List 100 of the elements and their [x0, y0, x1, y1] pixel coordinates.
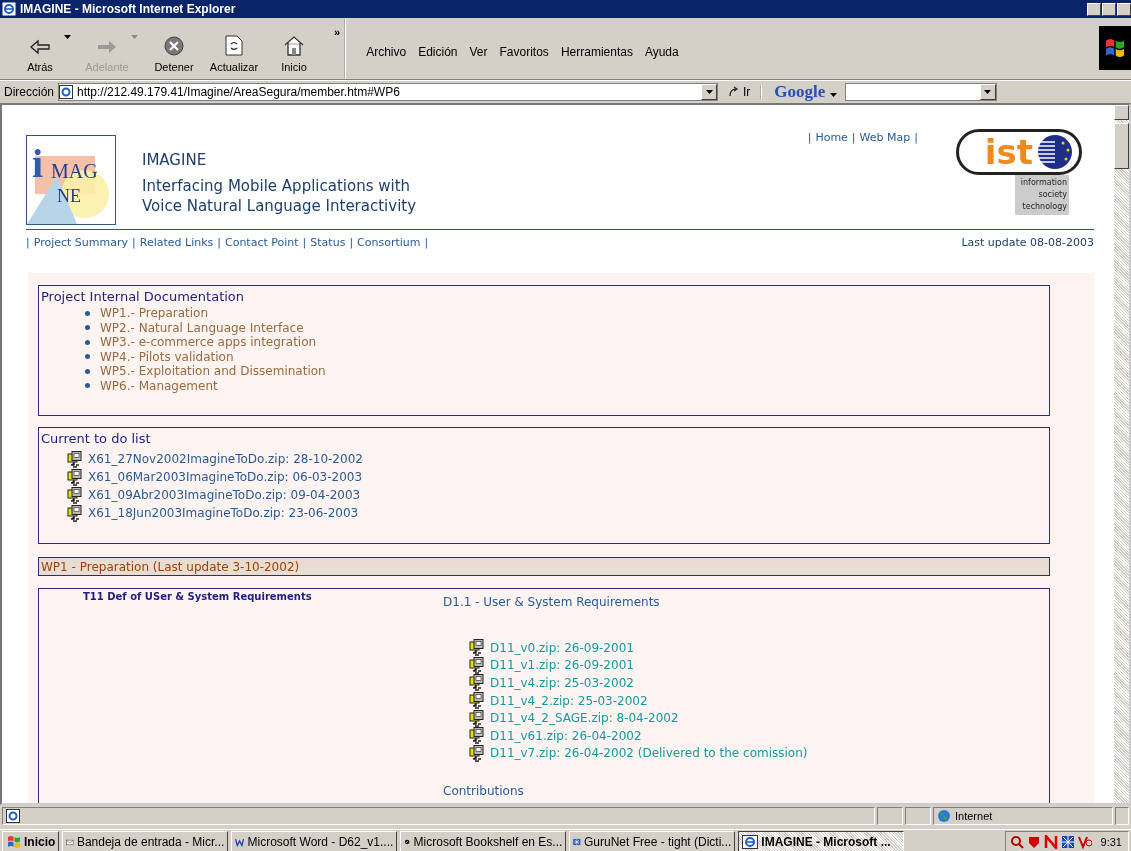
download-icon [469, 692, 484, 710]
menu-item[interactable]: Archivo [360, 45, 413, 59]
separator: | [851, 131, 856, 145]
separator: | [807, 131, 812, 145]
ie-icon [2, 2, 16, 16]
address-field[interactable]: http://212.49.179.41/Imagine/AreaSegura/member.htm#WP6 [58, 83, 718, 101]
windows-flag-icon [6, 833, 22, 850]
caret-icon[interactable] [829, 93, 837, 97]
work-package-link[interactable]: WP4.- Pilots validation [100, 349, 234, 364]
work-package-link[interactable]: WP2.- Natural Language Interface [100, 320, 304, 335]
download-icon [67, 450, 82, 468]
file-link[interactable]: X61_27Nov2002ImagineToDo.zip: 28-10-2002 [88, 452, 363, 466]
caret-icon[interactable] [64, 35, 71, 39]
separator: | [424, 236, 429, 249]
go-arrow-icon [728, 86, 740, 98]
download-icon [469, 639, 484, 657]
header-link[interactable]: Home [815, 131, 848, 145]
download-icon [67, 504, 82, 522]
ie-icon [742, 834, 759, 849]
taskbar-button[interactable]: GuruNet Free - tight (Dicti... [569, 831, 736, 851]
site-subtitle: Voice Natural Language Interactivity [142, 196, 418, 216]
ist-caption: society [1038, 189, 1067, 201]
go-button[interactable]: Ir [722, 85, 763, 99]
status-panel [905, 807, 931, 825]
status-panel [877, 807, 903, 825]
v-shape-icon[interactable] [1077, 834, 1092, 849]
menu-item[interactable]: Ayuda [638, 45, 685, 59]
zone-panel: Internet [933, 807, 1113, 825]
work-package-link[interactable]: WP3.- e-commerce apps integration [100, 335, 317, 350]
work-package-link[interactable]: WP1.- Preparation [100, 306, 209, 321]
work-package-link[interactable]: WP5.- Exploitation and Dissemination [100, 364, 326, 379]
nav-link[interactable]: Consortium [357, 236, 421, 249]
dropdown-button[interactable] [979, 84, 996, 100]
status-panel [1115, 807, 1129, 825]
snowflake-icon[interactable] [1060, 834, 1075, 849]
shield-icon[interactable] [1026, 834, 1041, 849]
dropdown-button[interactable] [701, 84, 717, 100]
site-title: IMAGINE [142, 151, 208, 169]
page-icon [6, 809, 20, 823]
site-subtitle: Interfacing Mobile Applications with [142, 176, 412, 196]
box-title: Project Internal Documentation [41, 289, 246, 304]
toolbar-button[interactable]: Detener [146, 27, 202, 73]
separator: | [349, 236, 354, 249]
download-icon [67, 486, 82, 504]
taskbar-button[interactable]: IMAGINE - Microsoft ... [738, 831, 905, 851]
stop-icon [164, 36, 184, 56]
bullet-icon [85, 383, 90, 389]
separator: | [26, 236, 30, 249]
download-icon [469, 656, 484, 674]
start-button[interactable]: Inicio [2, 831, 60, 851]
bullet-icon [85, 354, 90, 360]
vertical-scrollbar[interactable] [1114, 105, 1129, 803]
window-title: IMAGINE - Microsoft Internet Explorer [20, 2, 237, 16]
work-package-link[interactable]: WP6.- Management [100, 378, 218, 393]
file-link[interactable]: X61_06Mar2003ImagineToDo.zip: 06-03-2003 [88, 470, 363, 484]
download-icon [469, 674, 484, 692]
menu-item[interactable]: Herramientas [554, 45, 639, 59]
caret-icon[interactable] [984, 90, 992, 94]
minimize-button[interactable] [1087, 2, 1101, 16]
separator: | [914, 131, 918, 145]
taskbar-button[interactable]: Microsoft Bookshelf en Es... [400, 831, 567, 851]
toolbar-button[interactable]: Actualizar [206, 27, 262, 73]
nav-link[interactable]: Related Links [139, 236, 214, 249]
clock: 9:31 [1100, 835, 1122, 848]
nav-link[interactable]: Contact Point [225, 236, 299, 249]
menu-item[interactable]: Edición [412, 45, 464, 59]
taskbar-button[interactable]: Bandeja de entrada - Micr... [62, 831, 229, 851]
section-header: WP1 - Preparation (Last update 3-10-2002) [38, 557, 1050, 576]
ist-caption: information [1020, 177, 1067, 189]
file-link[interactable]: X61_09Abr2003ImagineToDo.zip: 09-04-2003 [88, 488, 361, 502]
last-update: Last update 08-08-2003 [961, 236, 1094, 249]
toolbar-button[interactable]: Inicio [266, 27, 322, 73]
forward-arrow-icon [96, 38, 118, 56]
windows-flag-icon [1103, 36, 1127, 60]
google-menu-button[interactable]: Google [766, 82, 841, 102]
search-field[interactable] [844, 83, 997, 101]
restore-button[interactable] [1102, 2, 1116, 16]
caret-icon[interactable] [705, 90, 713, 94]
refresh-icon [225, 35, 243, 56]
box-title: Current to do list [41, 431, 152, 446]
separator: | [217, 236, 221, 249]
separator: | [132, 236, 136, 249]
bullet-icon [85, 310, 90, 316]
header-link[interactable]: Web Map [859, 131, 911, 145]
chevron[interactable]: » [334, 26, 341, 38]
toolbar-button[interactable]: Atrás [12, 27, 68, 73]
close-button[interactable] [1117, 2, 1131, 16]
menu-item[interactable]: Favoritos [493, 45, 555, 59]
taskbar-button[interactable]: Microsoft Word - D62_v1.... [231, 831, 398, 851]
back-arrow-icon [29, 38, 51, 56]
nav-link[interactable]: Project Summary [33, 236, 128, 249]
download-icon [469, 727, 484, 745]
ist-logo: ist [956, 129, 1082, 175]
nav-link[interactable]: Status [310, 236, 346, 249]
download-icon [469, 709, 484, 727]
magnifier-icon[interactable] [1009, 834, 1024, 849]
menu-item[interactable]: Ver [463, 45, 494, 59]
page-icon [59, 85, 73, 99]
n-letter-icon[interactable] [1043, 834, 1058, 849]
file-link[interactable]: X61_18Jun2003ImagineToDo.zip: 23-06-2003 [88, 506, 359, 520]
